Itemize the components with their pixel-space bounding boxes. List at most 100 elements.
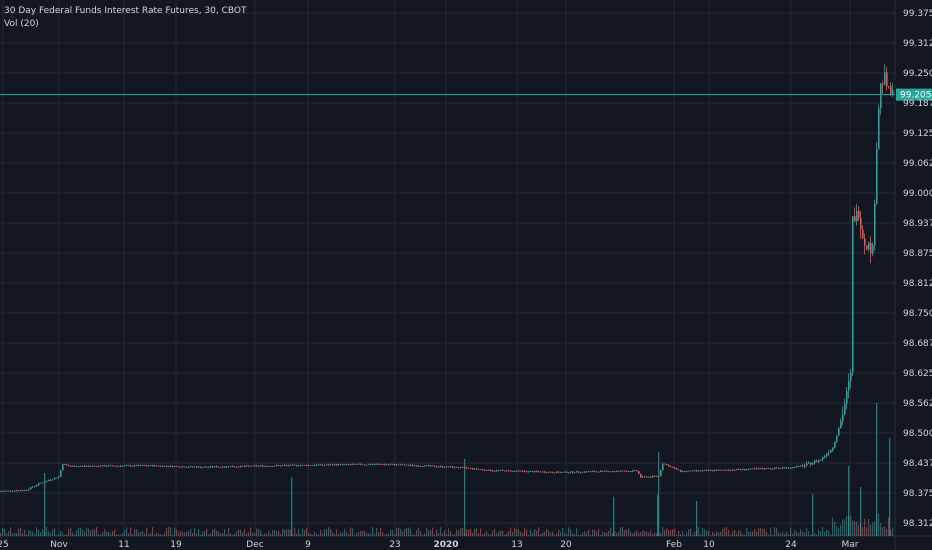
candle-body — [722, 469, 724, 471]
volume-bar — [416, 529, 418, 536]
candle-body — [576, 471, 578, 473]
candle-body — [150, 465, 152, 466]
volume-bar — [434, 534, 436, 536]
candle-body — [392, 464, 394, 466]
candle-body — [890, 86, 892, 95]
volume-bar — [52, 529, 54, 536]
volume-bar — [268, 531, 270, 536]
volume-bar — [810, 534, 812, 536]
x-tick-label: 10 — [703, 540, 715, 550]
candle-body — [650, 476, 652, 478]
volume-bar — [388, 533, 390, 536]
volume-bar — [806, 527, 808, 536]
candle-body — [610, 471, 612, 473]
volume-bar — [78, 527, 80, 536]
volume-bar — [868, 519, 870, 536]
volume-bar — [732, 531, 734, 536]
y-tick-label: 98.3750 — [903, 489, 932, 499]
volume-bar — [668, 529, 670, 536]
y-tick-label: 99.3125 — [903, 39, 932, 49]
candle-body — [492, 470, 494, 472]
volume-bar — [480, 528, 482, 536]
candle-body — [218, 466, 220, 468]
volume-bar — [570, 529, 572, 536]
candle-body — [206, 466, 208, 468]
volume-indicator-label[interactable]: Vol (20) — [4, 18, 247, 31]
candle-body — [300, 465, 302, 466]
volume-bar — [770, 527, 772, 536]
volume-bar — [458, 530, 460, 536]
candle-body — [586, 471, 588, 473]
volume-bar — [560, 532, 562, 536]
y-tick-label: 98.9375 — [903, 219, 932, 229]
volume-bar — [306, 527, 308, 536]
candle-body — [176, 466, 178, 467]
candle-body — [262, 465, 264, 467]
candle-body — [104, 465, 106, 467]
candle-body — [210, 466, 212, 468]
volume-bar — [588, 529, 590, 536]
volume-bar — [142, 530, 144, 536]
volume-bar — [76, 530, 78, 536]
candle-body — [664, 463, 666, 465]
volume-bar — [328, 527, 330, 536]
volume-bar — [544, 531, 546, 536]
candle-body — [142, 465, 144, 467]
volume-bar — [626, 529, 628, 536]
candle-body — [376, 463, 378, 465]
volume-bar — [714, 533, 716, 536]
chart-svg[interactable]: 99.2050 99.3750 99.3125 99.2500 99.1875 99.1… — [0, 0, 932, 550]
candle-body — [46, 480, 48, 482]
candle-body — [688, 470, 690, 472]
candle-body — [690, 470, 692, 472]
candle-body — [604, 470, 606, 472]
candle-body — [756, 468, 758, 470]
volume-bar — [778, 532, 780, 536]
y-axis[interactable]: 99.3750 99.3125 99.2500 99.1875 99.1250 99.06… — [903, 9, 932, 529]
volume-bar — [36, 527, 38, 536]
volume-bar — [242, 532, 244, 536]
candle-body — [122, 465, 124, 467]
candle-body — [124, 465, 126, 467]
volume-bar — [66, 534, 68, 536]
candle-body — [558, 471, 560, 473]
volume-bar — [412, 534, 414, 536]
candle-body — [536, 471, 538, 472]
candle-body — [164, 465, 166, 467]
volume-bar — [122, 533, 124, 536]
candle-body — [568, 472, 570, 474]
y-tick-label: 99.0000 — [903, 189, 932, 199]
volume-bar — [356, 532, 358, 536]
candle-body — [286, 465, 288, 467]
candle-body — [224, 466, 226, 468]
volume-bar — [112, 530, 114, 536]
chart-title[interactable]: 30 Day Federal Funds Interest Rate Futur… — [4, 5, 247, 18]
x-axis[interactable]: 25 Nov 11 19 Dec 9 23 2020 13 20 Feb 10 24 Mar — [0, 540, 859, 550]
candle-body — [2, 491, 4, 492]
volume-bar — [136, 529, 138, 536]
candle-body — [522, 470, 524, 472]
candle-body — [616, 470, 618, 472]
volume-bar — [724, 527, 726, 536]
volume-bar — [846, 516, 848, 536]
volume-bar — [750, 531, 752, 536]
candle-body — [400, 464, 402, 466]
candle-body — [706, 470, 708, 471]
candle-body — [190, 466, 192, 468]
volume-bar — [120, 534, 122, 536]
candle-body — [780, 468, 782, 469]
volume-bar — [186, 531, 188, 536]
candle-body — [738, 469, 740, 470]
candle-body — [74, 465, 76, 467]
candle-body — [186, 467, 188, 468]
candle-body — [106, 466, 108, 467]
volume-bar — [198, 529, 200, 536]
volume-bar — [726, 527, 728, 536]
y-tick-label: 99.3750 — [903, 9, 932, 19]
chart-root: 99.2050 99.3750 99.3125 99.2500 99.1875 99.1… — [0, 0, 932, 550]
candle-body — [862, 229, 864, 239]
volume-bar — [368, 533, 370, 536]
candle-body — [380, 464, 382, 465]
volume-bar — [358, 532, 360, 536]
volume-bar — [126, 527, 128, 536]
